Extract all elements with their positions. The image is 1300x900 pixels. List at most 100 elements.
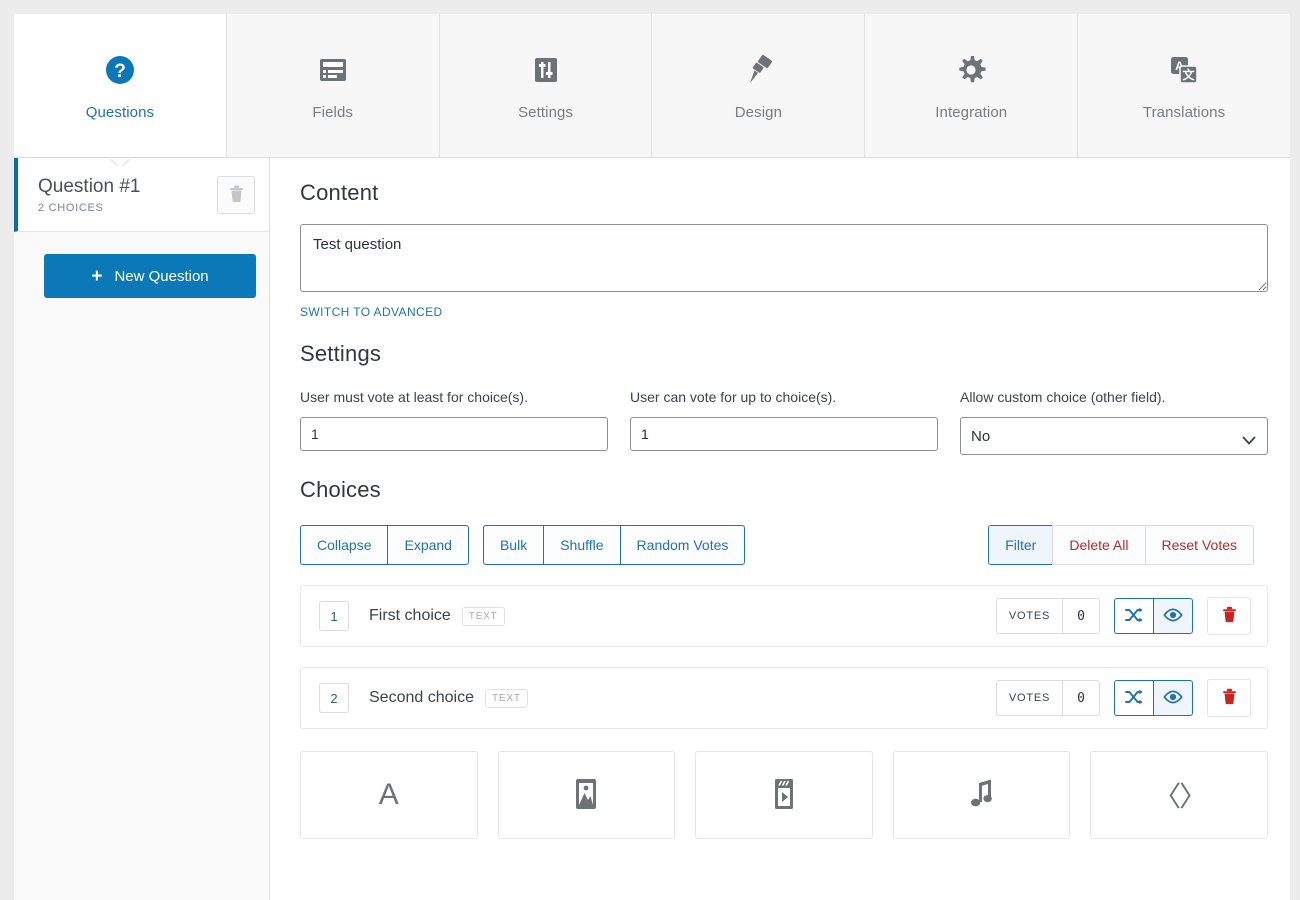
shuffle-icon xyxy=(1125,689,1143,708)
add-image-choice-button[interactable] xyxy=(498,751,676,839)
plus-icon: + xyxy=(91,267,102,286)
svg-text:?: ? xyxy=(114,61,126,82)
choice-type-tag: TEXT xyxy=(485,689,528,708)
eye-icon xyxy=(1163,690,1183,707)
delete-question-button[interactable] xyxy=(217,176,255,214)
shuffle-icon xyxy=(1125,607,1143,626)
content-field-wrap: Test question SWITCH TO ADVANCED xyxy=(300,224,1268,319)
collapse-button[interactable]: Collapse xyxy=(300,525,387,565)
new-question-button[interactable]: + New Question xyxy=(44,254,256,298)
max-votes-input[interactable] xyxy=(630,417,938,451)
reset-votes-button[interactable]: Reset Votes xyxy=(1145,525,1255,565)
trash-icon xyxy=(228,184,245,206)
add-audio-choice-button[interactable] xyxy=(893,751,1071,839)
question-circle-icon: ? xyxy=(103,50,137,90)
choice-row[interactable]: 1 First choice TEXT VOTES 0 xyxy=(300,585,1268,647)
choice-number: 2 xyxy=(319,683,349,713)
choice-votes[interactable]: VOTES 0 xyxy=(996,680,1100,716)
choice-visibility-button[interactable] xyxy=(1153,598,1193,634)
choice-shuffle-button[interactable] xyxy=(1114,680,1153,716)
custom-choice-select-wrap: No xyxy=(960,417,1268,455)
bulk-button[interactable]: Bulk xyxy=(483,525,543,565)
tab-questions[interactable]: ? Questions xyxy=(14,14,227,157)
tab-questions-label: Questions xyxy=(86,104,154,121)
sidebar-question-text: Question #1 2 CHOICES xyxy=(38,175,217,214)
question-content-textarea[interactable]: Test question xyxy=(300,224,1268,292)
editor-body: Question #1 2 CHOICES + New xyxy=(14,158,1290,900)
tab-settings[interactable]: Settings xyxy=(440,14,653,157)
choice-delete-button[interactable] xyxy=(1207,597,1251,635)
form-fields-icon xyxy=(317,50,349,90)
choice-votes[interactable]: VOTES 0 xyxy=(996,598,1100,634)
choices-right-group: Filter Delete All Reset Votes xyxy=(988,525,1254,565)
eye-icon xyxy=(1163,608,1183,625)
tab-design[interactable]: Design xyxy=(652,14,865,157)
tab-translations[interactable]: A 文 Translations xyxy=(1078,14,1290,157)
tab-fields[interactable]: Fields xyxy=(227,14,440,157)
min-votes-label: User must vote at least for choice(s). xyxy=(300,389,608,405)
embed-code-icon: 〈〉 xyxy=(1153,775,1205,815)
text-icon: A xyxy=(379,778,399,812)
poll-editor-app: ? Questions xyxy=(14,14,1290,900)
settings-fields-row: User must vote at least for choice(s). U… xyxy=(300,389,1268,455)
tab-design-label: Design xyxy=(735,104,782,121)
collapse-expand-group: Collapse Expand xyxy=(300,525,469,565)
new-question-label: New Question xyxy=(114,268,208,285)
max-votes-field: User can vote for up to choice(s). xyxy=(630,389,938,455)
custom-choice-select[interactable]: No xyxy=(960,417,1268,455)
choice-visibility-button[interactable] xyxy=(1153,680,1193,716)
questions-sidebar: Question #1 2 CHOICES + New xyxy=(14,158,270,900)
tab-fields-label: Fields xyxy=(312,104,353,121)
bulk-actions-group: Bulk Shuffle Random Votes xyxy=(483,525,745,565)
choice-type-tag: TEXT xyxy=(462,607,505,626)
shuffle-button[interactable]: Shuffle xyxy=(543,525,619,565)
gear-icon xyxy=(954,50,988,90)
choice-actions: VOTES 0 xyxy=(996,597,1251,635)
add-embed-choice-button[interactable]: 〈〉 xyxy=(1090,751,1268,839)
choice-row[interactable]: 2 Second choice TEXT VOTES 0 xyxy=(300,667,1268,729)
tab-translations-label: Translations xyxy=(1143,104,1225,121)
min-votes-field: User must vote at least for choice(s). xyxy=(300,389,608,455)
active-tab-notch xyxy=(110,156,130,166)
sidebar-question-title: Question #1 xyxy=(38,175,217,199)
trash-icon xyxy=(1222,606,1237,626)
image-icon xyxy=(571,777,601,814)
choice-toggle-group xyxy=(1114,680,1193,716)
tab-integration[interactable]: Integration xyxy=(865,14,1078,157)
votes-label: VOTES xyxy=(997,599,1063,633)
audio-icon xyxy=(966,777,998,814)
random-votes-button[interactable]: Random Votes xyxy=(620,525,746,565)
choice-delete-button[interactable] xyxy=(1207,679,1251,717)
content-heading: Content xyxy=(300,180,1268,206)
sliders-icon xyxy=(530,50,562,90)
switch-to-advanced-link[interactable]: SWITCH TO ADVANCED xyxy=(300,305,443,319)
tab-settings-label: Settings xyxy=(518,104,573,121)
new-question-wrap: + New Question xyxy=(14,232,269,298)
svg-text:文: 文 xyxy=(1183,67,1196,82)
filter-button[interactable]: Filter xyxy=(988,525,1052,565)
min-votes-input[interactable] xyxy=(300,417,608,451)
custom-choice-label: Allow custom choice (other field). xyxy=(960,389,1268,405)
choice-label[interactable]: First choice xyxy=(369,607,451,625)
choice-toggle-group xyxy=(1114,598,1193,634)
add-video-choice-button[interactable] xyxy=(695,751,873,839)
add-text-choice-button[interactable]: A xyxy=(300,751,478,839)
sidebar-question-item[interactable]: Question #1 2 CHOICES xyxy=(14,158,269,232)
delete-all-button[interactable]: Delete All xyxy=(1052,525,1144,565)
choices-toolbar: Collapse Expand Bulk Shuffle Random Vote… xyxy=(300,525,1268,565)
sidebar-question-subtitle: 2 CHOICES xyxy=(38,202,217,214)
expand-button[interactable]: Expand xyxy=(387,525,468,565)
votes-value: 0 xyxy=(1063,681,1099,715)
choice-number: 1 xyxy=(319,601,349,631)
choices-heading: Choices xyxy=(300,477,1268,503)
choice-actions: VOTES 0 xyxy=(996,679,1251,717)
editor-tabbar: ? Questions xyxy=(14,14,1290,158)
votes-value: 0 xyxy=(1063,599,1099,633)
choice-label[interactable]: Second choice xyxy=(369,689,474,707)
question-editor-main: Content Test question SWITCH TO ADVANCED… xyxy=(270,158,1290,900)
video-icon xyxy=(769,777,799,814)
paintbrush-icon xyxy=(741,50,775,90)
trash-icon xyxy=(1222,688,1237,708)
choice-shuffle-button[interactable] xyxy=(1114,598,1153,634)
translate-icon: A 文 xyxy=(1167,50,1201,90)
